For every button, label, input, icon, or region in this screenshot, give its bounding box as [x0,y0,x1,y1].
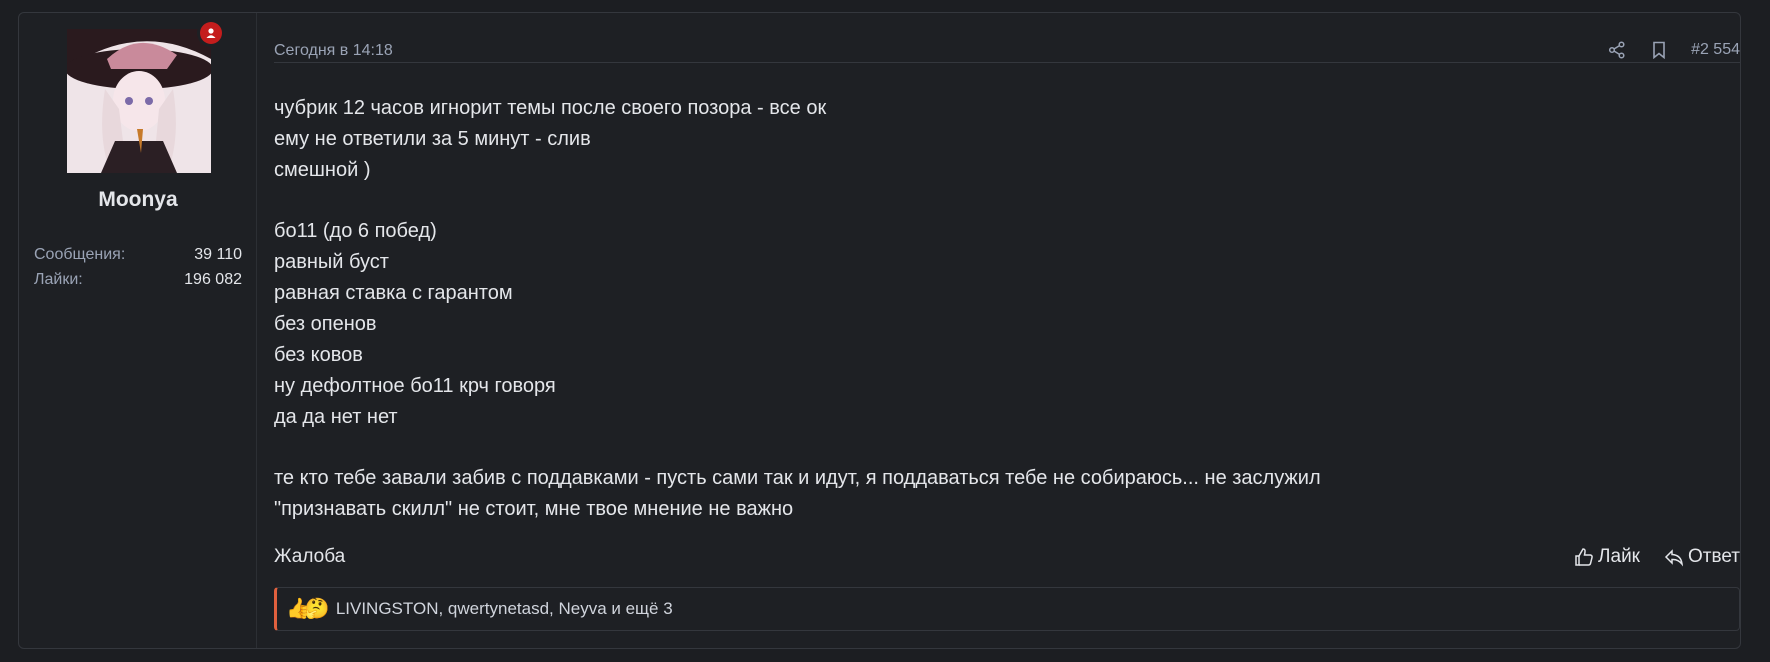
text-line: равная ставка с гарантом [274,282,513,304]
text-line: бо11 (до 6 побед) [274,220,437,242]
like-label: Лайк [1598,546,1640,567]
paragraph: те кто тебе завали забив с поддавками - … [274,463,1734,525]
paragraph: бо11 (до 6 побед) равный буст равная ста… [274,216,1734,433]
post-footer: Жалоба Лайк Ответ [274,546,1740,576]
stat-value: 196 082 [184,271,242,288]
bookmark-icon[interactable] [1649,40,1669,60]
text-line: да да нет нет [274,406,398,428]
paragraph: чубрик 12 часов игнорит темы после своег… [274,93,1734,186]
report-link[interactable]: Жалоба [274,546,345,568]
post-header: Сегодня в 14:18 #2 554 [274,27,1740,63]
reply-icon [1664,549,1684,567]
post-header-actions: #2 554 [1607,40,1740,60]
status-badge [197,19,225,47]
user-icon [200,22,222,44]
forum-post: Moonya Сообщения: 39 110 Лайки: 196 082 … [18,12,1741,649]
reactions-bar[interactable]: 👍 🤔 LIVINGSTON, qwertynetasd, Neyva и ещ… [274,587,1740,631]
text-line: смешной ) [274,159,371,181]
text-line: без ковов [274,344,363,366]
text-line: ему не ответили за 5 минут - слив [274,128,591,150]
post-actions: Лайк Ответ [1550,546,1740,568]
thumbs-up-icon [1575,548,1593,566]
share-icon[interactable] [1607,40,1627,60]
post-main: Сегодня в 14:18 #2 554 чубрик 12 часов и… [274,13,1740,648]
username[interactable]: Moonya [19,188,257,212]
post-date[interactable]: Сегодня в 14:18 [274,42,393,60]
text-line: "признавать скилл" не стоит, мне твое мн… [274,498,794,520]
post-body: чубрик 12 часов игнорит темы после своег… [274,93,1734,525]
reaction-icons: 👍 🤔 [286,598,330,620]
text-line: ну дефолтное бо11 крч говоря [274,375,556,397]
thinking-face-reaction-icon: 🤔 [304,598,330,620]
reactions-list[interactable]: LIVINGSTON, qwertynetasd, Neyva и ещё 3 [336,599,673,619]
stat-value: 39 110 [194,246,242,263]
like-button[interactable]: Лайк [1574,546,1640,568]
stat-row-messages: Сообщения: 39 110 [34,246,242,271]
text-line: без опенов [274,313,377,335]
text-line: равный буст [274,251,389,273]
stat-label: Сообщения: [34,246,126,263]
text-line: чубрик 12 часов игнорит темы после своег… [274,97,827,119]
stat-row-likes: Лайки: 196 082 [34,271,242,296]
stat-label: Лайки: [34,271,83,288]
reply-button[interactable]: Ответ [1664,546,1740,568]
reply-label: Ответ [1688,546,1740,567]
post-number[interactable]: #2 554 [1691,41,1740,59]
user-panel: Moonya Сообщения: 39 110 Лайки: 196 082 [19,13,257,648]
user-stats: Сообщения: 39 110 Лайки: 196 082 [34,246,242,296]
text-line: те кто тебе завали забив с поддавками - … [274,467,1321,489]
avatar[interactable] [67,29,211,173]
